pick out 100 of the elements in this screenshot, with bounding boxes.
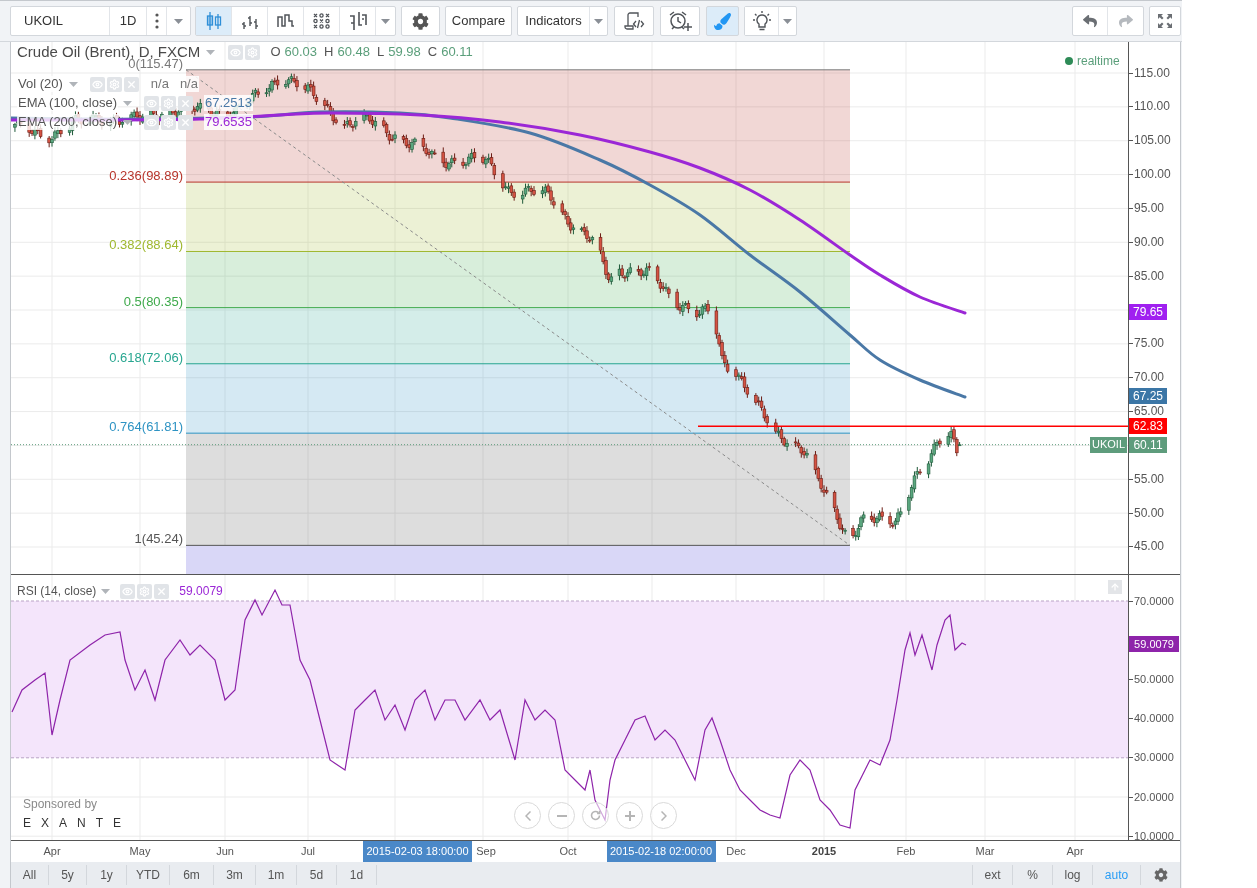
alarm-clock-plus-icon [668,10,692,32]
price-tag: 79.65 [1129,304,1167,321]
minus-icon [556,814,567,817]
redo-icon [1118,14,1133,28]
symbol-input[interactable]: UKOIL [11,7,110,35]
rsi-axis-label: 30.0000 [1134,751,1174,765]
lightbulb-icon [751,10,772,32]
ohlc-value: 60.11 [441,44,473,60]
rotate-icon [590,810,601,821]
interval-button[interactable]: 1D [110,7,147,35]
price-tag: 62.83 [1129,418,1167,435]
chart-style-button[interactable] [196,7,232,35]
price-axis-label: 100.00 [1134,168,1171,182]
price-axis-label: 85.00 [1134,269,1165,283]
script-button[interactable] [614,6,654,36]
indicators-button[interactable]: Indicators [518,7,590,35]
scale-option-button[interactable]: log [1052,865,1092,885]
price-tag: 67.25 [1129,388,1167,405]
ohlc-label: L [377,44,385,60]
caret-icon [174,18,183,24]
settings-button[interactable] [401,6,440,36]
caret-icon [783,18,792,24]
price-axis-label: 70.00 [1134,371,1165,385]
caret-icon [123,119,132,125]
price-axis-label: 95.00 [1134,201,1165,215]
fullscreen-icon [1157,13,1173,29]
indicator-value: 79.6535 [204,114,253,130]
fib-level-label: 0.5(80.35) [123,294,183,309]
caret-icon [206,49,216,55]
indicator-name: Vol (20) [17,76,64,92]
crosshair-time-label: 2015-02-18 02:00:00 [606,841,716,862]
ohlc-value: 59.98 [388,44,421,60]
ohlc-label: O [270,44,281,60]
compare-button[interactable]: Compare [445,6,512,36]
crosshair-time-label: 2015-02-03 18:00:00 [363,841,472,862]
price-axis-label: 55.00 [1134,472,1165,486]
fib-level-label: 0.764(61.81) [109,420,183,435]
ohlc-value: 60.48 [337,44,370,60]
range-button[interactable]: All [11,865,49,885]
price-axis-label: 50.00 [1134,506,1165,520]
rsi-axis-label: 40.0000 [1134,712,1174,726]
time-axis-label: Sep [476,844,496,858]
fib-level-label: 0.618(72.06) [109,350,183,365]
price-axis-label: 65.00 [1134,405,1165,419]
range-button[interactable]: 1y [87,865,127,885]
scroll-left-button[interactable] [514,802,541,829]
scale-option-button[interactable]: % [1012,865,1052,885]
brush-button[interactable] [706,6,739,36]
caret-icon [123,100,132,106]
symbol-tag: UKOIL [1090,436,1127,453]
price-axis-label: 75.00 [1134,337,1165,351]
alert-button[interactable] [660,6,700,36]
caret-icon [68,81,78,87]
price-axis-label: 115.00 [1134,66,1170,80]
script-icon [623,11,645,31]
time-axis-label: May [129,844,151,858]
reset-button[interactable] [582,802,609,829]
indicator-value: 67.2513 [204,95,253,111]
settings-icon [412,12,429,30]
close-icon[interactable] [178,114,193,130]
range-button[interactable]: 1d [337,865,377,885]
fib-level-label: 0.382(88.64) [109,238,183,253]
zoom-out-button[interactable] [548,802,575,829]
range-button[interactable]: 5y [49,865,87,885]
chart-title: Crude Oil (Brent), D, FXCM [17,44,201,60]
zoom-in-button[interactable] [616,802,643,829]
eye-icon[interactable] [144,114,159,130]
chevron-left-icon [524,810,531,821]
range-button[interactable]: 3m [214,865,256,885]
caret-icon [594,18,603,24]
time-axis-label: Jun [216,844,234,858]
idea-button[interactable] [745,7,779,35]
time-axis-label: Oct [559,844,577,858]
indicator-name: RSI (14, close) [17,584,97,599]
range-button[interactable]: 6m [170,865,214,885]
settings-icon [1153,868,1168,882]
range-button[interactable]: 1m [256,865,297,885]
candlestick-icon [205,11,222,31]
price-axis-label: 45.00 [1134,540,1165,554]
time-axis-label: Mar [975,844,995,858]
range-button[interactable]: YTD [127,865,170,885]
indicator-name: EMA (200, close) [17,114,118,130]
scale-option-button[interactable]: ext [972,865,1012,885]
fib-level-label: 0.236(98.89) [109,169,183,184]
caret-icon [381,18,390,24]
range-button[interactable]: 5d [297,865,337,885]
scroll-right-button[interactable] [650,802,677,829]
indicator-value: 59.0079 [179,584,223,599]
time-axis-label: Feb [896,844,916,858]
rsi-axis-label: 70.0000 [1134,594,1174,608]
ohlc-label: C [427,44,438,60]
brush-icon [714,12,731,30]
price-axis-label: 105.00 [1134,134,1171,148]
sponsor-caption: Sponsored by [23,797,98,811]
point-figure-icon [312,13,331,29]
rsi-axis-label: 50.0000 [1134,672,1174,686]
undo-icon [1083,14,1097,28]
fullscreen-button[interactable] [1149,6,1181,36]
kagi-icon [348,11,367,31]
rsi-axis-label: 10.0000 [1134,829,1174,843]
